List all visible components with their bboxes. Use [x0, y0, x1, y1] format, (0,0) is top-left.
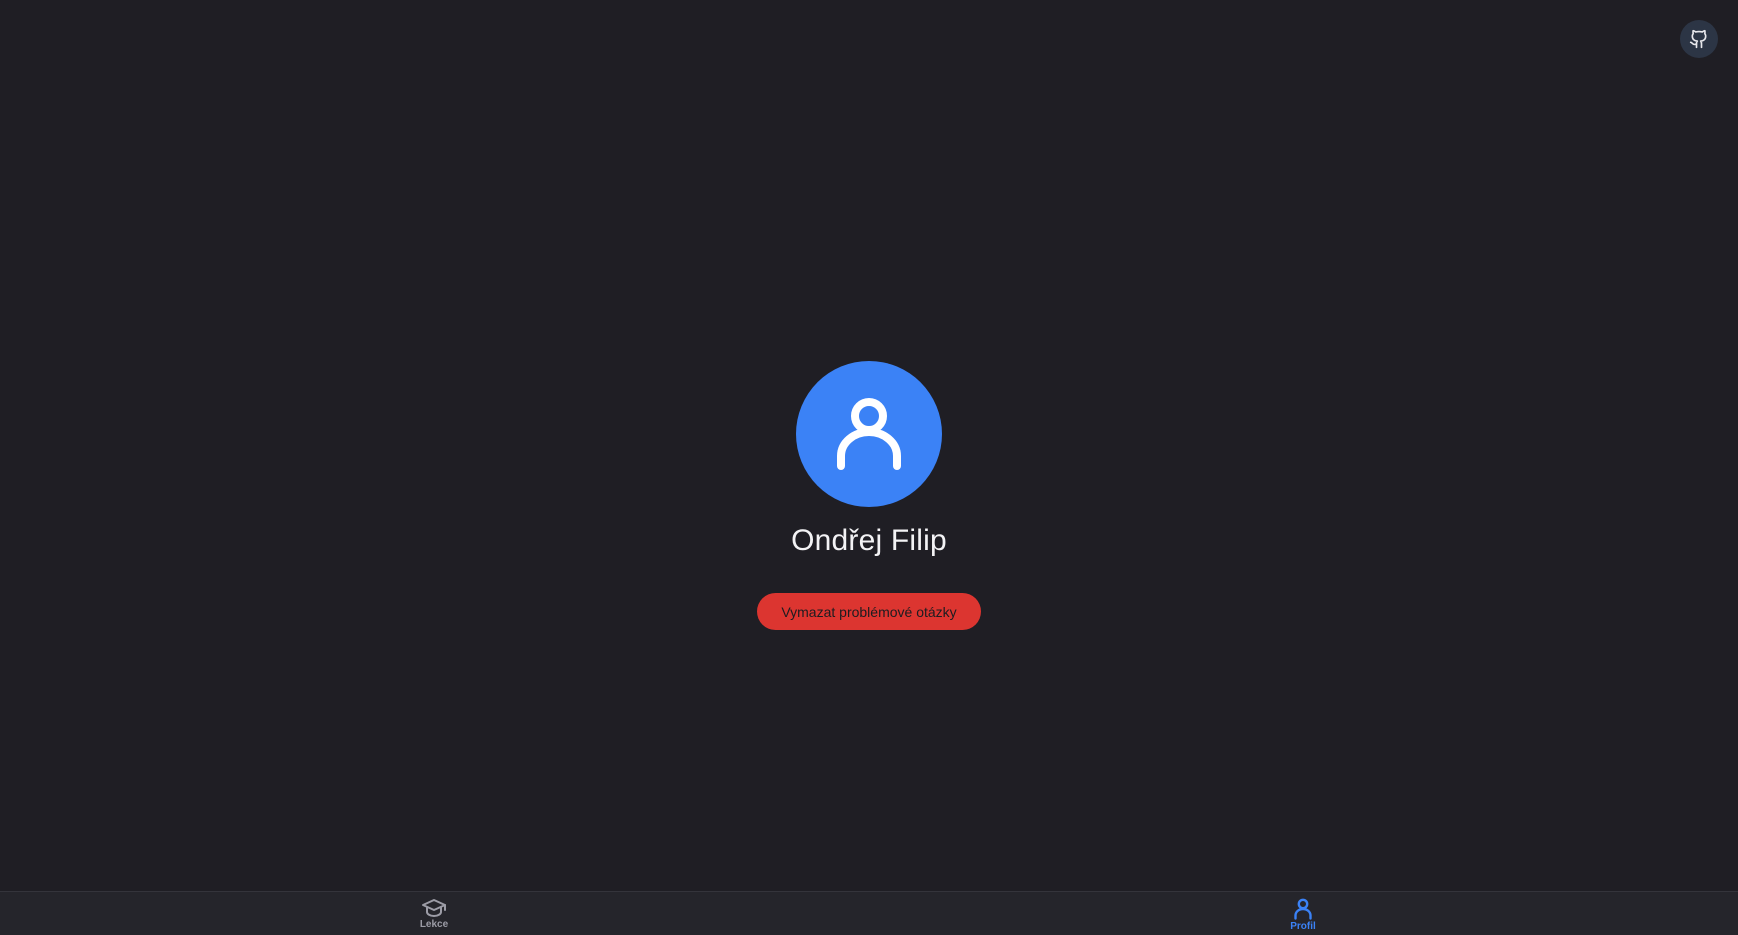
- user-name: Ondřej Filip: [791, 524, 947, 557]
- avatar: [796, 361, 942, 507]
- user-icon: [1294, 898, 1312, 920]
- profile-section: Ondřej Filip Vymazat problémové otázky: [0, 361, 1738, 630]
- nav-item-lekce[interactable]: Lekce: [394, 898, 474, 931]
- nav-label-lekce: Lekce: [419, 919, 449, 930]
- clear-problem-questions-button[interactable]: Vymazat problémové otázky: [757, 593, 981, 630]
- nav-item-profil[interactable]: Profil: [1263, 898, 1343, 933]
- graduation-cap-icon: [422, 899, 446, 917]
- user-icon: [837, 398, 901, 470]
- github-button[interactable]: [1680, 20, 1718, 58]
- github-icon: [1689, 29, 1707, 49]
- nav-label-profil: Profil: [1290, 921, 1316, 932]
- app-root: Ondřej Filip Vymazat problémové otázky L…: [0, 0, 1738, 935]
- bottom-nav: Lekce Profil: [0, 891, 1738, 935]
